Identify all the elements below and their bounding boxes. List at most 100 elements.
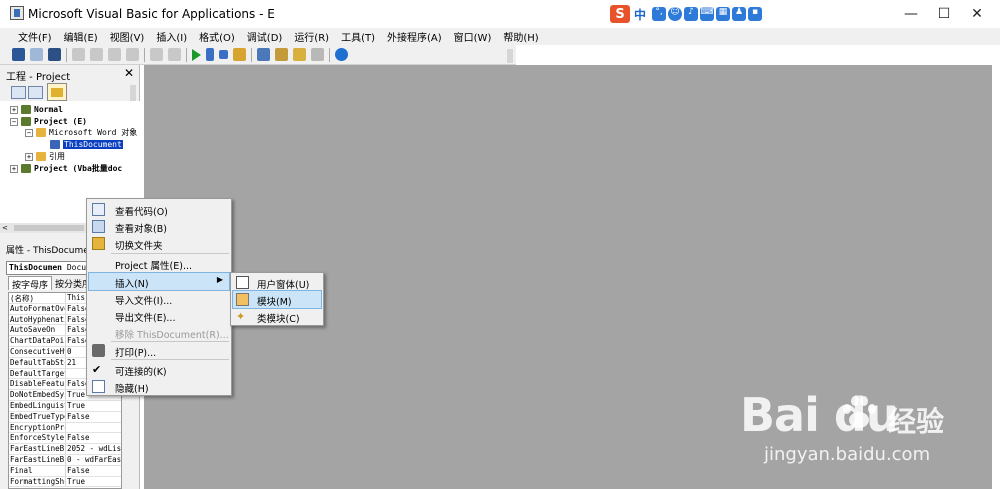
menu-item-label: Project 属性(E)... xyxy=(115,261,192,272)
tree-node-project-e[interactable]: − Project (E) xyxy=(10,116,87,127)
paste-icon[interactable] xyxy=(108,48,121,61)
view-code-icon xyxy=(92,203,105,216)
property-row[interactable]: EmbedTrueType False xyxy=(9,411,121,423)
property-value[interactable]: 0 - wdFarEas xyxy=(66,455,121,465)
property-row[interactable]: EmbedLinguist True xyxy=(9,400,121,412)
property-row[interactable]: EnforceStyle False xyxy=(9,433,121,445)
menu-toggle-folders[interactable]: 切换文件夹 xyxy=(89,235,229,252)
toolbox-icon[interactable] xyxy=(311,48,324,61)
scroll-left-arrow-icon[interactable]: < xyxy=(2,224,8,232)
properties-panel-title: 属性 - ThisDocument xyxy=(6,246,98,256)
property-value[interactable]: False xyxy=(66,466,121,476)
property-value[interactable]: False xyxy=(66,433,121,443)
submenu-module[interactable]: 模块(M) xyxy=(232,290,322,309)
menu-addins[interactable]: 外接程序(A) xyxy=(387,29,442,44)
project-toolbar-grip[interactable] xyxy=(130,85,136,101)
menu-view[interactable]: 视图(V) xyxy=(110,29,145,44)
property-row[interactable]: EncryptionPrc xyxy=(9,422,121,434)
folder-icon xyxy=(36,128,46,137)
menu-hide[interactable]: 隐藏(H) xyxy=(89,378,229,395)
copy-icon[interactable] xyxy=(90,48,103,61)
menu-debug[interactable]: 调试(D) xyxy=(247,29,283,44)
menu-tools[interactable]: 工具(T) xyxy=(341,29,375,44)
find-icon[interactable] xyxy=(126,48,139,61)
submenu-userform[interactable]: 用户窗体(U) xyxy=(233,274,321,291)
expand-icon[interactable]: + xyxy=(10,164,18,173)
menu-item-label: 可连接的(K) xyxy=(115,367,167,378)
menu-view-object[interactable]: 查看对象(B) xyxy=(89,218,229,235)
property-value[interactable]: 2052 - wdLis xyxy=(66,444,121,454)
tree-node-references[interactable]: + 引用 xyxy=(25,151,65,162)
word-view-icon[interactable] xyxy=(12,48,25,61)
submenu-class-module[interactable]: ✦ 类模块(C) xyxy=(233,308,321,325)
tree-node-thisdocument[interactable]: ThisDocument xyxy=(50,139,123,150)
menu-run[interactable]: 运行(R) xyxy=(294,29,329,44)
menu-window[interactable]: 窗口(W) xyxy=(454,29,492,44)
menu-view-code[interactable]: 查看代码(O) xyxy=(89,201,229,218)
menu-help[interactable]: 帮助(H) xyxy=(503,29,538,44)
toolbar-separator xyxy=(329,47,330,62)
property-value[interactable]: True xyxy=(66,401,121,411)
object-browser-icon[interactable] xyxy=(293,48,306,61)
word-document-icon xyxy=(50,140,60,149)
menu-format[interactable]: 格式(O) xyxy=(199,29,235,44)
project-panel-close-button[interactable]: ✕ xyxy=(122,66,136,80)
toolbar-separator xyxy=(251,47,252,62)
properties-window-icon[interactable] xyxy=(275,48,288,61)
menu-project-properties[interactable]: Project 属性(E)... xyxy=(89,255,229,272)
property-row[interactable]: Final False xyxy=(9,465,121,477)
menu-file[interactable]: 文件(F) xyxy=(18,29,52,44)
design-mode-icon[interactable] xyxy=(233,48,246,61)
context-menu: 查看代码(O) 查看对象(B) 切换文件夹 Project 属性(E)... 插… xyxy=(86,198,232,396)
redo-icon[interactable] xyxy=(168,48,181,61)
insert-userform-icon[interactable] xyxy=(30,48,43,61)
property-name: EnforceStyle xyxy=(10,433,66,444)
shirt-icon[interactable]: ♟ xyxy=(732,5,746,23)
close-button[interactable]: ✕ xyxy=(954,0,1000,28)
expand-icon[interactable]: + xyxy=(10,105,18,114)
property-row[interactable]: FarEastLineBr 2052 - wdLis xyxy=(9,444,121,455)
run-icon[interactable] xyxy=(192,48,201,61)
view-object-icon[interactable] xyxy=(28,86,43,99)
property-value[interactable] xyxy=(66,423,121,433)
toggle-folders-icon[interactable] xyxy=(47,83,67,101)
property-row[interactable]: FormattingShc True xyxy=(9,476,121,488)
scroll-thumb[interactable] xyxy=(14,225,84,231)
toolbox-icon[interactable]: ▪ xyxy=(748,5,762,23)
help-icon[interactable] xyxy=(335,48,348,61)
cut-icon[interactable] xyxy=(72,48,85,61)
print-icon xyxy=(92,344,105,357)
voice-icon[interactable]: ♪ xyxy=(684,5,698,23)
menu-insert[interactable]: 插入(N) ▶ xyxy=(88,272,230,291)
punctuation-icon[interactable]: °, xyxy=(652,5,666,23)
ime-mode-toggle[interactable]: 中 xyxy=(634,5,646,23)
menu-dockable[interactable]: ✔ 可连接的(K) xyxy=(89,361,229,378)
menu-export-file[interactable]: 导出文件(E)... xyxy=(89,307,229,324)
property-row[interactable]: FarEastLineBr 0 - wdFarEas xyxy=(9,454,121,466)
keyboard-icon[interactable]: ⌨ xyxy=(700,5,714,23)
baidu-paw-icon xyxy=(843,396,876,428)
property-value[interactable]: True xyxy=(66,477,121,487)
view-code-icon[interactable] xyxy=(11,86,26,99)
undo-icon[interactable] xyxy=(150,48,163,61)
reset-icon[interactable] xyxy=(219,50,228,59)
save-icon[interactable] xyxy=(48,48,61,61)
collapse-icon[interactable]: − xyxy=(25,128,33,137)
tree-node-normal[interactable]: + Normal xyxy=(10,104,63,115)
menu-edit[interactable]: 编辑(E) xyxy=(64,29,98,44)
toolbar-grip[interactable] xyxy=(507,49,513,63)
tab-alphabetic[interactable]: 按字母序 xyxy=(8,276,53,291)
menu-import-file[interactable]: 导入文件(I)... xyxy=(89,290,229,307)
skin-icon[interactable]: ▦ xyxy=(716,5,730,23)
tree-node-word-objects[interactable]: − Microsoft Word 对象 xyxy=(25,127,137,138)
menu-print[interactable]: 打印(P)... xyxy=(89,342,229,359)
expand-icon[interactable]: + xyxy=(25,152,33,161)
tree-node-project-batch[interactable]: + Project (Vba批量doc xyxy=(10,163,122,174)
break-icon[interactable] xyxy=(206,48,214,61)
menu-insert[interactable]: 插入(I) xyxy=(156,29,187,44)
emoji-icon[interactable]: ☺ xyxy=(668,5,682,23)
property-value[interactable]: False xyxy=(66,412,121,422)
collapse-icon[interactable]: − xyxy=(10,117,18,126)
sogou-ime-icon[interactable]: S xyxy=(610,5,630,23)
project-explorer-icon[interactable] xyxy=(257,48,270,61)
